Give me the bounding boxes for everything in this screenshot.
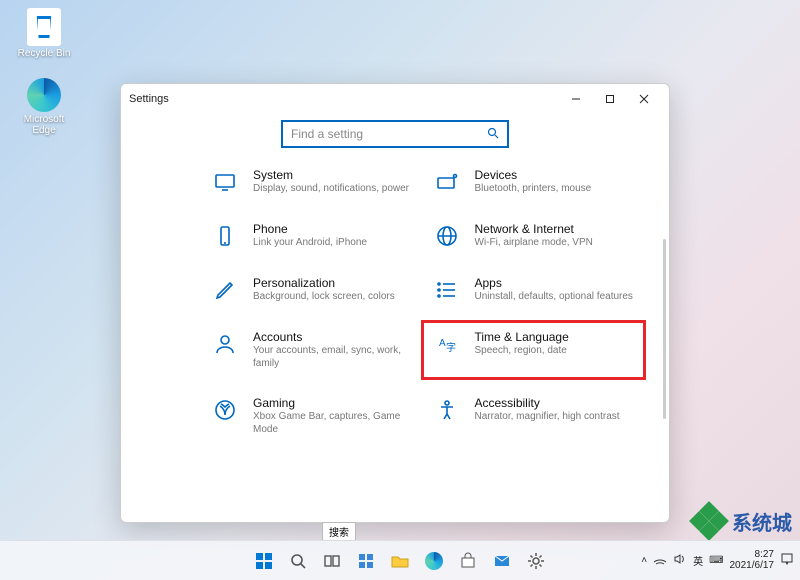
svg-text:字: 字 [446,341,456,354]
list-icon [433,276,461,304]
store-button[interactable] [453,546,483,576]
site-watermark: 系统城 [692,504,792,538]
category-title: Network & Internet [475,222,593,236]
explorer-button[interactable] [385,546,415,576]
svg-text:A: A [439,338,446,349]
search-box[interactable] [281,120,509,148]
category-time-language[interactable]: A字 Time & LanguageSpeech, region, date [421,320,647,380]
globe-icon [433,222,461,250]
recycle-bin-icon [27,8,61,46]
edge-icon [27,78,61,112]
ime-toggle[interactable]: ⌨ [709,555,723,566]
category-title: Devices [475,168,592,182]
category-apps[interactable]: AppsUninstall, defaults, optional featur… [433,276,635,304]
category-title: Accessibility [475,396,620,410]
category-accessibility[interactable]: AccessibilityNarrator, magnifier, high c… [433,396,635,436]
category-title: Personalization [253,276,395,290]
close-button[interactable] [627,87,661,111]
notifications-button[interactable] [780,552,794,569]
category-network[interactable]: Network & InternetWi-Fi, airplane mode, … [433,222,635,250]
category-sub: Wi-Fi, airplane mode, VPN [475,237,593,250]
settings-taskbar-button[interactable] [521,546,551,576]
maximize-button[interactable] [593,87,627,111]
category-title: Gaming [253,396,413,410]
xbox-icon [211,396,239,424]
category-personalization[interactable]: PersonalizationBackground, lock screen, … [211,276,413,304]
pen-icon [211,276,239,304]
task-view-button[interactable] [317,546,347,576]
category-sub: Your accounts, email, sync, work, family [253,345,413,370]
category-gaming[interactable]: GamingXbox Game Bar, captures, Game Mode [211,396,413,436]
taskbar-tooltip: 搜索 [322,522,356,541]
taskbar: ˄ 英 ⌨ 8:27 2021/6/17 [0,540,800,580]
settings-window: Settings SystemDisplay, sound, notificat… [120,83,670,523]
category-sub: Uninstall, defaults, optional features [475,291,633,304]
edge-icon [425,552,443,570]
accessibility-icon [433,396,461,424]
start-button[interactable] [249,546,279,576]
mail-button[interactable] [487,546,517,576]
category-sub: Link your Android, iPhone [253,237,367,250]
icon-label: Recycle Bin [14,48,74,59]
language-icon: A字 [433,330,461,358]
window-title: Settings [129,93,559,105]
icon-label: Microsoft Edge [14,114,74,136]
desktop-icon-edge[interactable]: Microsoft Edge [14,78,74,136]
ime-indicator[interactable]: 英 [693,553,703,568]
watermark-logo [692,504,726,538]
search-icon [487,127,499,142]
category-sub: Xbox Game Bar, captures, Game Mode [253,411,413,436]
phone-icon [211,222,239,250]
category-sub: Narrator, magnifier, high contrast [475,411,620,424]
category-sub: Bluetooth, printers, mouse [475,183,592,196]
category-title: Phone [253,222,367,236]
scrollbar[interactable] [663,239,666,419]
category-title: Time & Language [475,330,569,344]
settings-grid: SystemDisplay, sound, notifications, pow… [121,162,669,522]
category-phone[interactable]: PhoneLink your Android, iPhone [211,222,413,250]
person-icon [211,330,239,358]
display-icon [211,168,239,196]
tray-chevron-icon[interactable]: ˄ [641,555,647,566]
category-devices[interactable]: DevicesBluetooth, printers, mouse [433,168,635,196]
widgets-button[interactable] [351,546,381,576]
search-input[interactable] [291,127,487,141]
edge-taskbar-button[interactable] [419,546,449,576]
minimize-button[interactable] [559,87,593,111]
category-title: Apps [475,276,633,290]
search-button[interactable] [283,546,313,576]
clock[interactable]: 8:27 2021/6/17 [730,549,775,571]
network-icon[interactable] [653,553,667,568]
category-sub: Background, lock screen, colors [253,291,395,304]
category-system[interactable]: SystemDisplay, sound, notifications, pow… [211,168,413,196]
system-tray[interactable]: ˄ 英 ⌨ 8:27 2021/6/17 [641,540,794,580]
category-sub: Display, sound, notifications, power [253,183,409,196]
category-title: System [253,168,409,182]
category-title: Accounts [253,330,413,344]
category-sub: Speech, region, date [475,345,569,358]
keyboard-icon [433,168,461,196]
desktop-icon-recycle-bin[interactable]: Recycle Bin [14,8,74,59]
volume-icon[interactable] [673,553,687,568]
category-accounts[interactable]: AccountsYour accounts, email, sync, work… [211,330,413,370]
titlebar: Settings [121,84,669,114]
